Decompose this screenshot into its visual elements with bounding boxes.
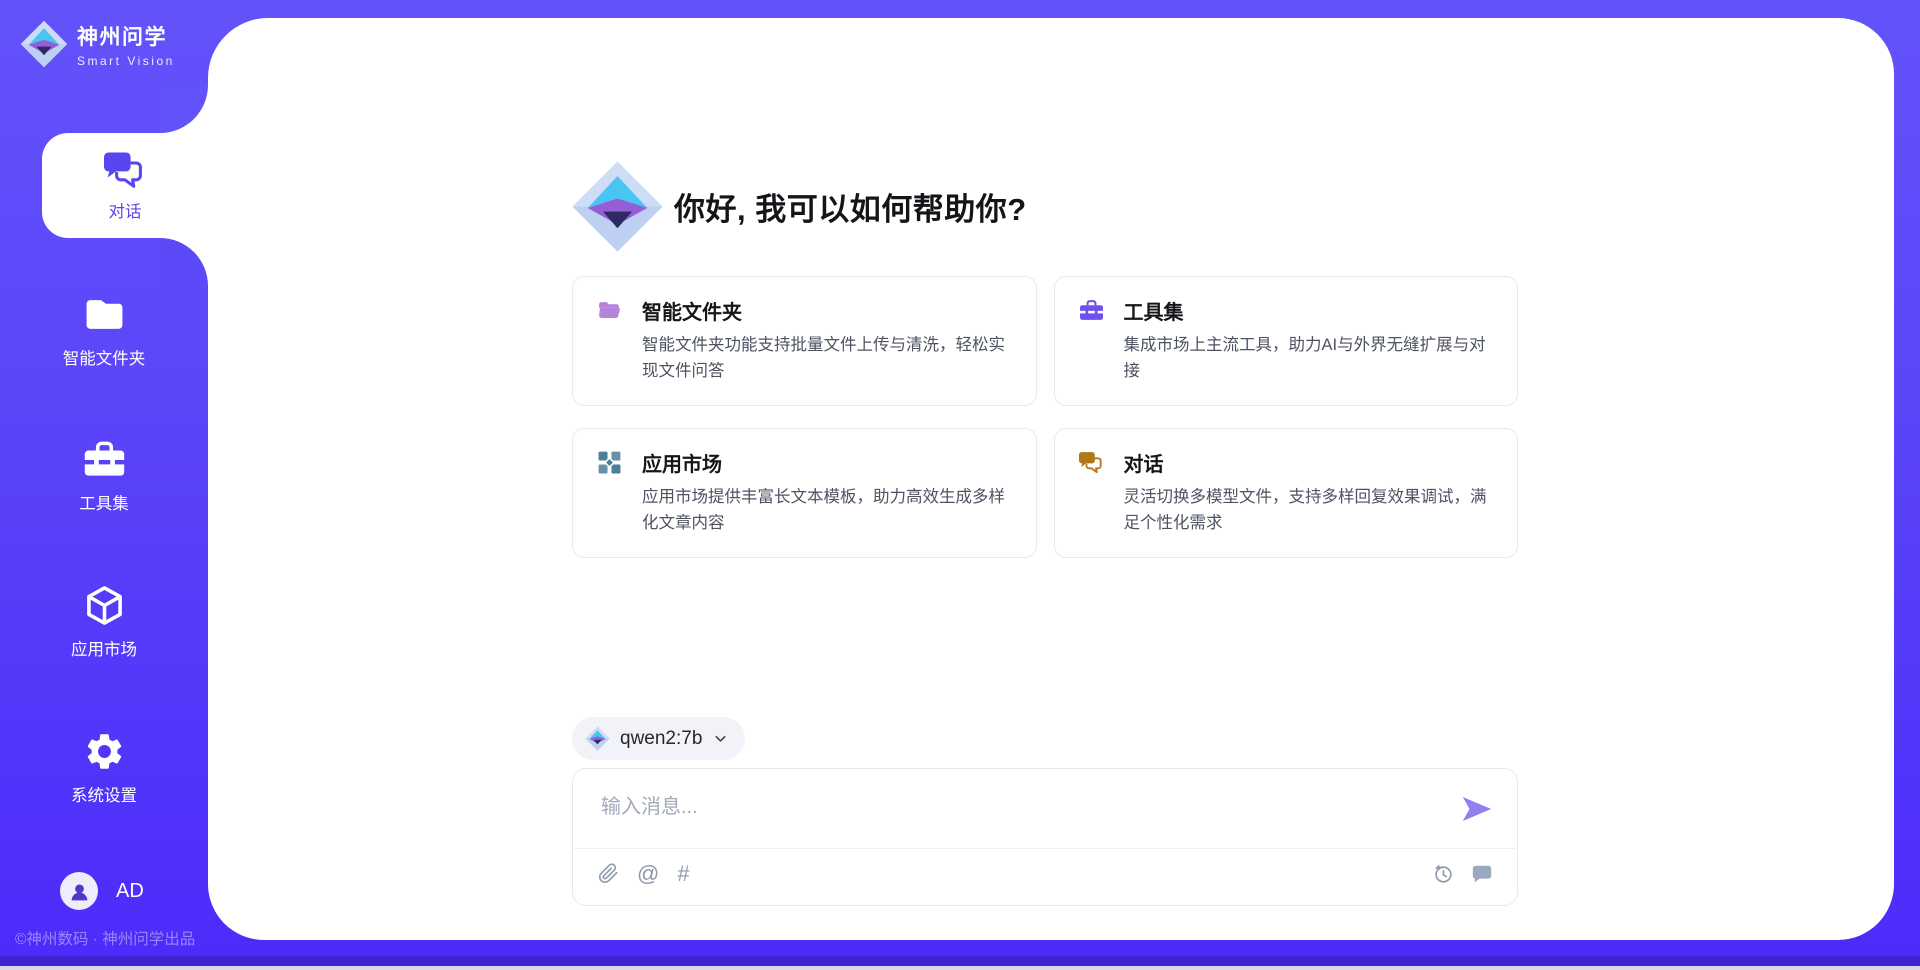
feature-card-description: 灵活切换多模型文件，支持多样回复效果调试，满足个性化需求 — [1124, 484, 1494, 537]
feature-card-title: 工具集 — [1124, 296, 1184, 325]
folder-open-icon — [597, 298, 622, 323]
feature-card-header: 工具集 — [1079, 296, 1494, 325]
app-logo-icon — [571, 160, 664, 253]
greeting-title: 你好, 我可以如何帮助你? — [674, 184, 1027, 229]
mention-button[interactable]: @ — [637, 863, 659, 884]
brand-logo: 神州问学 Smart Vision — [20, 20, 175, 68]
chat-icon — [1079, 450, 1104, 475]
feature-card-chat[interactable]: 对话 灵活切换多模型文件，支持多样回复效果调试，满足个性化需求 — [1054, 428, 1519, 558]
model-selector-button[interactable]: qwen2:7b — [572, 717, 745, 760]
composer-tools-right — [1432, 863, 1493, 885]
feature-card-header: 智能文件夹 — [597, 296, 1012, 325]
composer-tools-left: @ # — [598, 863, 690, 884]
history-button[interactable] — [1432, 863, 1454, 885]
feature-card-smart-folder[interactable]: 智能文件夹 智能文件夹功能支持批量文件上传与清洗，轻松实现文件问答 — [572, 276, 1037, 406]
sidebar-item-label: 对话 — [109, 198, 142, 222]
greeting: 你好, 我可以如何帮助你? — [571, 160, 1027, 253]
sidebar-item-app-market[interactable]: 应用市场 — [0, 584, 208, 660]
folder-icon — [83, 293, 126, 336]
message-input[interactable] — [599, 785, 1443, 829]
sidebar-item-settings[interactable]: 系统设置 — [0, 730, 208, 806]
sidebar: 神州问学 Smart Vision 对话 智能文件夹 工具集 应用市场 系统设置 — [0, 0, 208, 970]
model-logo-icon — [585, 726, 610, 751]
sidebar-item-chat[interactable]: 对话 — [42, 133, 208, 238]
window-bottom-edge — [0, 956, 1920, 966]
window-bottom-line — [0, 966, 1920, 970]
grid-icon — [597, 450, 622, 475]
model-selector-value: qwen2:7b — [620, 728, 702, 750]
person-icon — [67, 879, 92, 904]
sidebar-item-label: 智能文件夹 — [63, 345, 146, 369]
copyright-footer: ©神州数码 · 神州问学出品 — [15, 927, 195, 949]
chevron-down-icon — [712, 730, 729, 747]
feature-card-title: 智能文件夹 — [642, 296, 742, 325]
feature-cards: 智能文件夹 智能文件夹功能支持批量文件上传与清洗，轻松实现文件问答 工具集 集成… — [572, 276, 1518, 558]
feature-card-header: 对话 — [1079, 448, 1494, 477]
feature-card-header: 应用市场 — [597, 448, 1012, 477]
tab-curve-top — [160, 85, 208, 133]
sidebar-item-label: 工具集 — [79, 490, 129, 514]
chat-icon — [104, 149, 146, 191]
avatar — [60, 872, 98, 910]
quick-phrases-button[interactable] — [1471, 863, 1493, 885]
cube-icon — [83, 584, 126, 627]
feature-card-app-market[interactable]: 应用市场 应用市场提供丰富长文本模板，助力高效生成多样化文章内容 — [572, 428, 1037, 558]
toolbox-icon — [83, 438, 126, 481]
history-clock-icon — [1432, 863, 1454, 885]
user-name: AD — [116, 880, 144, 903]
tab-curve-bottom — [160, 238, 208, 286]
app-title: 神州问学 — [77, 21, 175, 51]
feature-card-description: 智能文件夹功能支持批量文件上传与清洗，轻松实现文件问答 — [642, 332, 1012, 385]
chat-bubble-icon — [1471, 863, 1493, 885]
sidebar-item-label: 系统设置 — [71, 782, 137, 806]
send-button[interactable] — [1459, 791, 1495, 827]
sidebar-item-toolset[interactable]: 工具集 — [0, 438, 208, 514]
brand-text: 神州问学 Smart Vision — [77, 21, 175, 68]
main-panel: 你好, 我可以如何帮助你? 智能文件夹 智能文件夹功能支持批量文件上传与清洗，轻… — [208, 18, 1894, 940]
send-plane-icon — [1459, 791, 1495, 827]
feature-card-description: 应用市场提供丰富长文本模板，助力高效生成多样化文章内容 — [642, 484, 1012, 537]
sidebar-item-smart-folder[interactable]: 智能文件夹 — [0, 293, 208, 369]
message-composer: @ # — [572, 768, 1518, 906]
feature-card-title: 应用市场 — [642, 448, 722, 477]
app-subtitle: Smart Vision — [77, 54, 175, 68]
logo-diamond-icon — [20, 20, 68, 68]
attach-file-button[interactable] — [598, 863, 619, 884]
topic-button[interactable]: # — [677, 863, 689, 884]
gear-icon — [83, 730, 126, 773]
feature-card-toolset[interactable]: 工具集 集成市场上主流工具，助力AI与外界无缝扩展与对接 — [1054, 276, 1519, 406]
paperclip-icon — [598, 863, 619, 884]
composer-divider — [574, 848, 1516, 849]
sidebar-item-label: 应用市场 — [71, 636, 137, 660]
toolbox-icon — [1079, 298, 1104, 323]
user-account[interactable]: AD — [60, 872, 144, 910]
feature-card-description: 集成市场上主流工具，助力AI与外界无缝扩展与对接 — [1124, 332, 1494, 385]
feature-card-title: 对话 — [1124, 448, 1164, 477]
app-window: 你好, 我可以如何帮助你? 智能文件夹 智能文件夹功能支持批量文件上传与清洗，轻… — [0, 0, 1920, 970]
